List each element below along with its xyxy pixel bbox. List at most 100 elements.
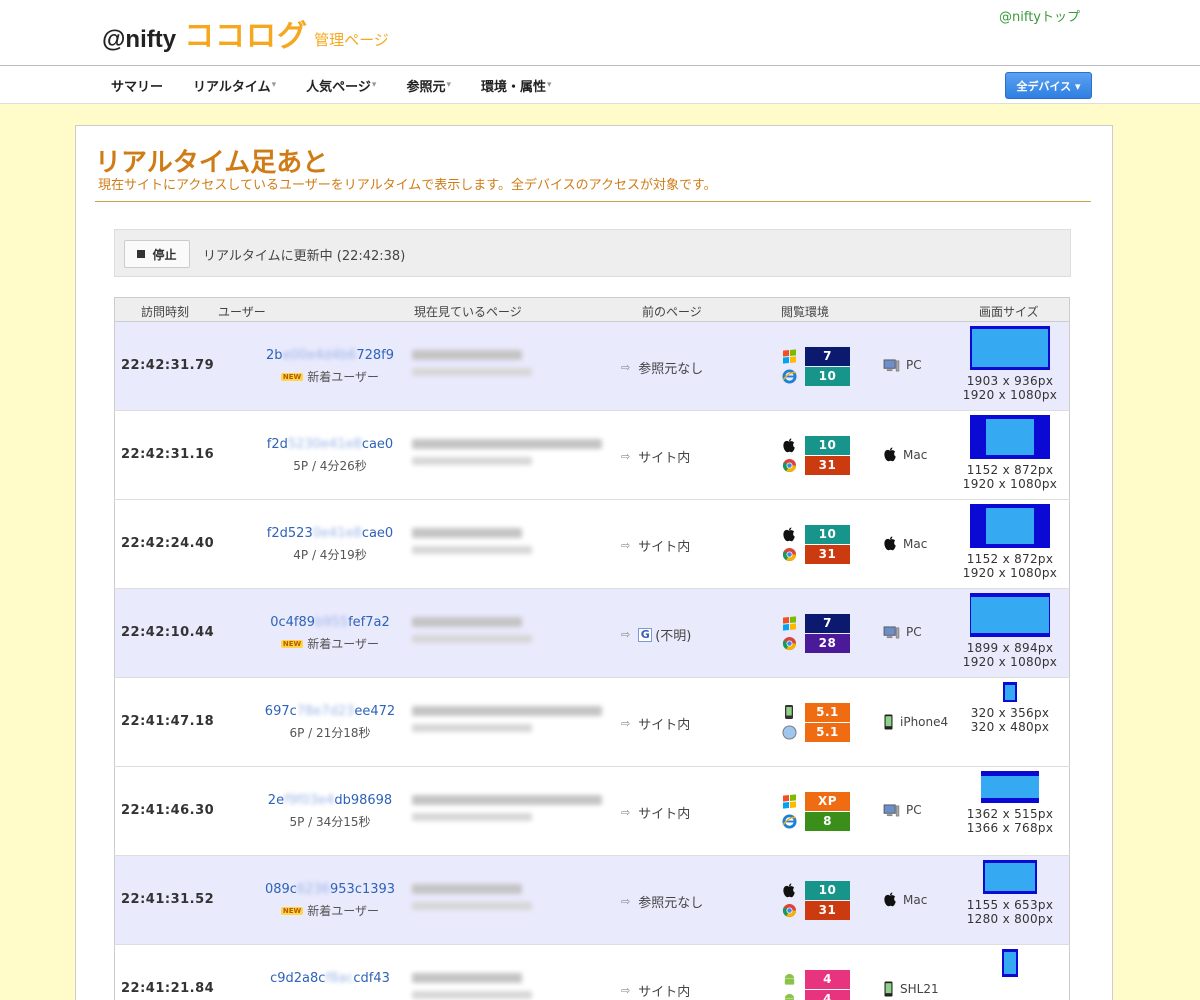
title-divider [95,201,1091,202]
page-url-blurred [412,991,532,999]
os-icon-wrap [781,704,797,720]
browser-icon-wrap [781,546,797,562]
apple-icon [884,536,896,551]
user-sub: 5P / 34分15秒 [235,813,425,830]
current-page-blurred[interactable] [412,439,602,465]
nifty-top-link[interactable]: @niftyトップ [999,6,1080,25]
current-page-blurred[interactable] [412,617,562,643]
screen-size-cell: 320 x 356px 320 x 480px [951,682,1069,734]
visit-time: 22:42:10.44 [121,625,215,640]
nav-item-2[interactable]: 人気ページ ▾ [306,76,376,95]
screen-preview [981,771,1039,803]
browser-icon-wrap [781,368,797,384]
user-id-link[interactable]: c9d2a8cf8accdf43 [235,971,425,986]
screen-size: 320 x 480px [970,720,1050,734]
user-session-info: 5P / 34分15秒 [289,815,371,829]
user-id-blurred: 5230e41e8 [287,437,362,452]
user-id-link[interactable]: 2ef9f03e4db98698 [235,793,425,808]
table-row: 22:41:46.30 2ef9f03e4db98698 5P / 34分15秒 ⇨ サ… [114,767,1070,856]
user-id-link[interactable]: 2be00e4d4b6728f9 [235,348,425,363]
new-badge-icon: NEW [280,373,304,381]
nav-item-1[interactable]: リアルタイム ▾ [193,76,276,95]
current-page-blurred[interactable] [412,350,562,376]
screen-size-cell: 1152 x 872px 1920 x 1080px [951,415,1069,491]
chrome-icon [782,458,796,472]
realtime-table: 訪問時刻 ユーザー 現在見ているページ 前のページ 閲覧環境 画面サイズ 22:… [114,297,1070,1000]
user-session-info: 4P / 4分19秒 [293,548,367,562]
user-id-part: 2b [265,348,283,363]
android-icon [784,973,794,985]
page-title-blurred [412,795,602,805]
screen-size: 1920 x 1080px [962,477,1058,491]
user-id-link[interactable]: 697c78e7d23ee472 [235,704,425,719]
browse-environment: 10 31 [781,880,850,920]
user-id-part: 953c1393 [330,882,396,897]
current-page-blurred[interactable] [412,528,562,554]
os-icon-wrap [781,793,797,809]
window-size: 1155 x 653px [966,898,1054,912]
stop-button[interactable]: 停止 [124,240,190,268]
user-id-link[interactable]: f2d5230e41e8cae0 [235,437,425,452]
table-row: 22:42:24.40 f2d5230e41e8cae0 4P / 4分19秒 ⇨ サイ… [114,500,1070,589]
screen-size-cell [951,949,1069,977]
user-id-part: 728f9 [356,348,395,363]
device-type: PC [883,803,922,817]
browser-version-badge: 28 [805,633,850,653]
user-id-link[interactable]: 0c4f89b955fef7a2 [235,615,425,630]
current-page-blurred[interactable] [412,973,562,999]
arrow-right-icon: ⇨ [621,361,631,374]
previous-page: ⇨ サイト内 [621,803,690,822]
cocolog-logo[interactable]: @nifty ココログ 管理ページ [102,16,389,52]
screen-size-cell: 1152 x 872px 1920 x 1080px [951,504,1069,580]
screen-preview [970,504,1050,548]
previous-page: ⇨ サイト内 [621,447,690,466]
device-icon-wrap [883,981,894,997]
user-cell: f2d5230e41e8cae0 5P / 4分26秒 [235,437,425,474]
device-label: Mac [903,447,928,462]
user-cell: 2be00e4d4b6728f9 NEW 新着ユーザー [235,348,425,385]
stop-icon [137,250,146,258]
android-icon [784,993,794,1000]
current-page-blurred[interactable] [412,884,562,910]
main-panel: リアルタイム足あと 現在サイトにアクセスしているユーザーをリアルタイムで表示しま… [75,125,1113,1000]
os-version-badge: 4 [805,969,850,989]
device-icon-wrap [883,536,897,551]
apple-icon [783,437,795,452]
browser-version-badge: 5.1 [805,722,850,742]
ie-icon [781,368,797,384]
user-id-part: ee472 [354,704,396,719]
logo-nifty: @nifty [102,26,177,53]
nav-item-4[interactable]: 環境・属性 ▾ [481,76,552,95]
browse-environment: 10 31 [781,435,850,475]
user-cell: 2ef9f03e4db98698 5P / 34分15秒 [235,793,425,830]
nav-item-0[interactable]: サマリー [111,76,163,95]
nav-item-3[interactable]: 参照元 ▾ [406,76,451,95]
user-cell: c9d2a8cf8accdf43 [235,971,425,991]
os-version-badge: 10 [805,524,850,544]
nav-item-label: リアルタイム [193,79,271,95]
user-id-blurred: e00e4d4b6 [282,348,357,363]
phone-icon [884,714,893,730]
os-icon-wrap [781,971,797,987]
device-type: PC [883,625,922,639]
nav-items: サマリー リアルタイム ▾ 人気ページ ▾ 参照元 ▾ 環境・属性 ▾ [111,66,582,104]
user-sub: NEW 新着ユーザー [235,368,425,385]
user-cell: 0c4f89b955fef7a2 NEW 新着ユーザー [235,615,425,652]
user-sub: 6P / 21分18秒 [235,724,425,741]
all-devices-button[interactable]: 全デバイス ▾ [1005,72,1092,99]
screen-size: 1920 x 1080px [962,655,1058,669]
browser-version-badge: 8 [805,811,850,831]
phone-icon [884,981,893,997]
browser-version-badge: 31 [805,455,850,475]
current-page-blurred[interactable] [412,795,602,821]
device-type: Mac [883,447,927,462]
arrow-right-icon: ⇨ [621,895,631,908]
user-id-link[interactable]: 089c6236953c1393 [235,882,425,897]
screen-size-cell: 1903 x 936px 1920 x 1080px [951,326,1069,402]
user-id-link[interactable]: f2d5230e41e8cae0 [235,526,425,541]
current-page-blurred[interactable] [412,706,602,732]
pc-icon [883,358,900,371]
previous-page-label: サイト内 [638,451,691,466]
arrow-right-icon: ⇨ [621,539,631,552]
table-row: 22:41:31.52 089c6236953c1393 NEW 新着ユーザー ⇨ 参照元… [114,856,1070,945]
